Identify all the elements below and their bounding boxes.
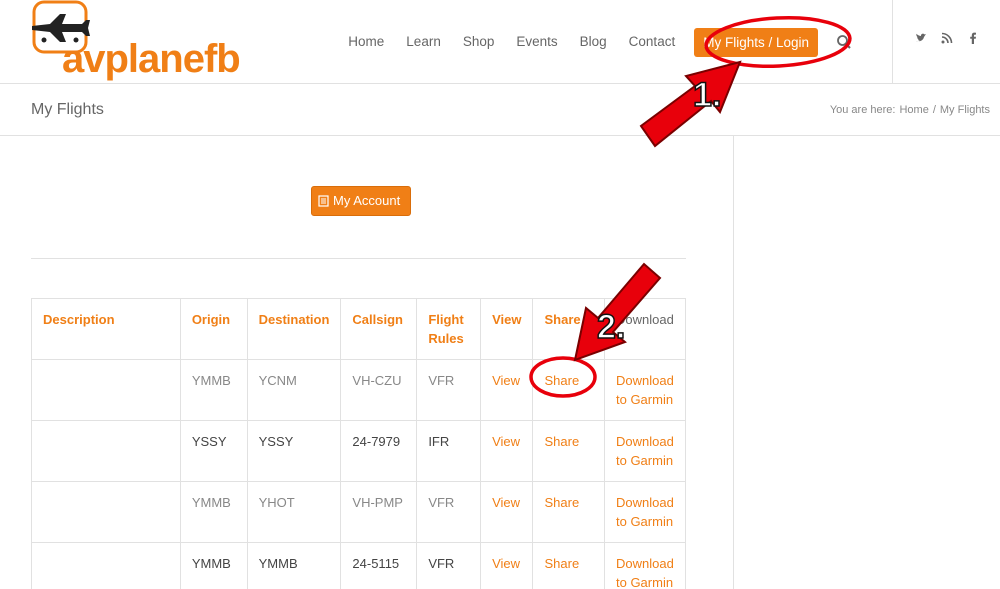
- view-link[interactable]: View: [492, 556, 520, 571]
- content-separator: [31, 258, 686, 259]
- site-logo[interactable]: avplanefb: [30, 0, 292, 84]
- sidebar-divider: [733, 136, 734, 589]
- cell-description: [31, 542, 181, 589]
- nav-shop[interactable]: Shop: [452, 0, 506, 84]
- cell-origin: YMMB: [179, 542, 248, 589]
- cell-callsign: 24-7979: [340, 420, 418, 482]
- cell-rules: VFR: [416, 359, 482, 421]
- cell-description: [31, 481, 181, 543]
- header-share[interactable]: Share: [532, 298, 605, 360]
- main-nav: Home Learn Shop Events Blog Contact My F…: [337, 0, 852, 84]
- cell-origin: YSSY: [179, 420, 248, 482]
- table-row: YMMB YMMB 24-5115 VFR View Share Downloa…: [31, 542, 687, 589]
- cell-callsign: VH-PMP: [340, 481, 418, 543]
- cell-destination: YCNM: [246, 359, 342, 421]
- header-description[interactable]: Description: [31, 298, 181, 360]
- header-divider: [892, 0, 893, 84]
- cell-rules: IFR: [416, 420, 482, 482]
- nav-contact[interactable]: Contact: [618, 0, 687, 84]
- rss-icon[interactable]: [934, 32, 960, 50]
- download-garmin-link[interactable]: Download to Garmin: [616, 373, 674, 407]
- annotation-step-2: 2.: [596, 307, 626, 347]
- breadcrumb-prefix: You are here:: [829, 104, 896, 116]
- share-link[interactable]: Share: [544, 434, 579, 449]
- cell-callsign: VH-CZU: [340, 359, 418, 421]
- search-icon[interactable]: [836, 34, 852, 50]
- cell-destination: YSSY: [246, 420, 342, 482]
- logo-icon: avplanefb: [32, 0, 241, 81]
- table-header-row: Description Origin Destination Callsign …: [31, 298, 687, 360]
- view-link[interactable]: View: [492, 434, 520, 449]
- page-title: My Flights: [31, 101, 104, 118]
- my-account-button[interactable]: My Account: [311, 186, 412, 216]
- social-links: [908, 32, 986, 50]
- flights-table: Description Origin Destination Callsign …: [31, 298, 687, 589]
- cell-description: [31, 420, 181, 482]
- my-flights-login-button[interactable]: My Flights / Login: [694, 27, 818, 57]
- cell-origin: YMMB: [179, 481, 248, 543]
- share-link[interactable]: Share: [544, 495, 579, 510]
- view-link[interactable]: View: [492, 495, 520, 510]
- nav-learn[interactable]: Learn: [395, 0, 452, 84]
- download-garmin-link[interactable]: Download to Garmin: [616, 434, 674, 468]
- download-garmin-link[interactable]: Download to Garmin: [616, 556, 674, 589]
- header-view[interactable]: View: [480, 298, 534, 360]
- annotation-step-1: 1.: [692, 75, 722, 115]
- view-link[interactable]: View: [492, 373, 520, 388]
- twitter-icon[interactable]: [908, 32, 934, 50]
- nav-events[interactable]: Events: [505, 0, 568, 84]
- download-garmin-link[interactable]: Download to Garmin: [616, 495, 674, 529]
- header-flight-rules[interactable]: Flight Rules: [416, 298, 482, 360]
- breadcrumb-home-link[interactable]: Home: [899, 104, 928, 116]
- table-row: YSSY YSSY 24-7979 IFR View Share Downloa…: [31, 420, 687, 482]
- header-callsign[interactable]: Callsign: [340, 298, 418, 360]
- my-account-label: My Account: [333, 193, 401, 208]
- header-origin[interactable]: Origin: [179, 298, 248, 360]
- table-row: YMMB YHOT VH-PMP VFR View Share Download…: [31, 481, 687, 543]
- cell-rules: VFR: [416, 481, 482, 543]
- svg-text:avplanefb: avplanefb: [62, 37, 240, 81]
- cell-origin: YMMB: [179, 359, 248, 421]
- site-header: avplanefb Home Learn Shop Events Blog Co…: [0, 0, 1000, 84]
- nav-blog[interactable]: Blog: [569, 0, 618, 84]
- table-row: YMMB YCNM VH-CZU VFR View Share Download…: [31, 359, 687, 421]
- breadcrumb-current: My Flights: [939, 104, 990, 116]
- breadcrumb: You are here: Home / My Flights: [830, 104, 990, 116]
- cell-destination: YMMB: [246, 542, 342, 589]
- share-link[interactable]: Share: [544, 373, 579, 388]
- breadcrumb-separator: /: [932, 104, 936, 116]
- title-bar: My Flights You are here: Home / My Fligh…: [0, 84, 1000, 136]
- account-icon: [318, 195, 329, 207]
- cell-description: [31, 359, 181, 421]
- cell-rules: VFR: [416, 542, 482, 589]
- nav-home[interactable]: Home: [337, 0, 395, 84]
- cell-destination: YHOT: [246, 481, 342, 543]
- header-destination[interactable]: Destination: [246, 298, 342, 360]
- share-link[interactable]: Share: [544, 556, 579, 571]
- facebook-icon[interactable]: [960, 32, 986, 50]
- cell-callsign: 24-5115: [340, 542, 418, 589]
